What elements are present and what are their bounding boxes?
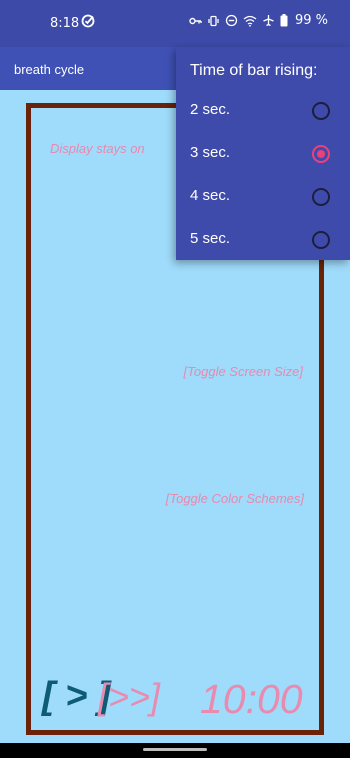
option-4-sec[interactable]: 4 sec. bbox=[176, 175, 350, 218]
app-title: breath cycle bbox=[14, 62, 85, 77]
status-icons: 99 % bbox=[189, 13, 328, 28]
vibrate-icon bbox=[207, 15, 220, 27]
airplane-icon bbox=[262, 14, 275, 27]
status-time: 8:18 bbox=[50, 16, 80, 31]
radio-button[interactable] bbox=[312, 231, 330, 249]
option-label: 2 sec. bbox=[190, 101, 231, 118]
display-stays-on-hint: Display stays on bbox=[50, 141, 145, 156]
toggle-color-schemes-button[interactable]: [Toggle Color Schemes] bbox=[166, 491, 304, 506]
option-label: 3 sec. bbox=[190, 144, 231, 161]
toggle-screen-size-button[interactable]: [Toggle Screen Size] bbox=[184, 364, 303, 379]
menu-title: Time of bar rising: bbox=[190, 62, 318, 79]
timer-display[interactable]: 10:00 bbox=[200, 676, 303, 723]
option-3-sec[interactable]: 3 sec. bbox=[176, 132, 350, 175]
radio-button[interactable] bbox=[312, 188, 330, 206]
fast-forward-button[interactable]: [>>] bbox=[98, 676, 160, 718]
radio-button-selected[interactable] bbox=[312, 145, 330, 163]
key-icon bbox=[189, 15, 202, 27]
battery-icon bbox=[280, 14, 288, 27]
option-label: 5 sec. bbox=[190, 230, 231, 247]
status-bar: 8:18 99 % bbox=[0, 0, 350, 47]
option-label: 4 sec. bbox=[190, 187, 231, 204]
option-2-sec[interactable]: 2 sec. bbox=[176, 89, 350, 132]
do-not-disturb-icon bbox=[225, 14, 238, 27]
option-5-sec[interactable]: 5 sec. bbox=[176, 218, 350, 261]
rising-time-menu: Time of bar rising: 2 sec. 3 sec. 4 sec.… bbox=[176, 47, 350, 260]
wifi-icon bbox=[243, 15, 257, 27]
navigation-bar bbox=[0, 743, 350, 758]
check-circle-icon bbox=[80, 13, 96, 32]
home-gesture-handle[interactable] bbox=[143, 748, 207, 751]
radio-button[interactable] bbox=[312, 102, 330, 120]
battery-percent: 99 % bbox=[294, 13, 328, 28]
